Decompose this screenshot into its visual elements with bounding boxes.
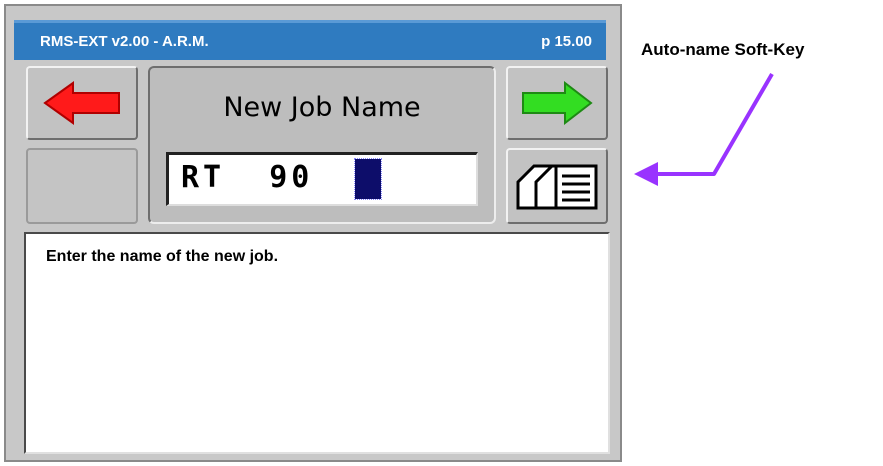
right-arrow-icon: [522, 81, 593, 125]
stacked-pages-icon: [516, 164, 598, 210]
next-button[interactable]: [506, 66, 608, 140]
app-title: RMS-EXT v2.00 - A.R.M.: [40, 33, 209, 50]
auto-name-softkey[interactable]: [506, 148, 608, 224]
message-area: Enter the name of the new job.: [24, 232, 610, 454]
job-name-input[interactable]: RT 90: [166, 152, 478, 206]
left-arrow-icon: [43, 81, 120, 125]
annotation-label: Auto-name Soft-Key: [641, 40, 805, 59]
back-button[interactable]: [26, 66, 138, 140]
blank-softkey: [26, 148, 138, 224]
title-bar: RMS-EXT v2.00 - A.R.M. p 15.00: [14, 20, 606, 60]
annotation-arrow: [634, 72, 774, 186]
text-cursor: [354, 158, 382, 200]
dialog-heading: New Job Name: [223, 92, 421, 123]
page-number: p 15.00: [541, 33, 592, 50]
job-name-panel: New Job Name RT 90: [148, 66, 496, 224]
instruction-text: Enter the name of the new job.: [46, 248, 279, 265]
job-name-value: RT 90: [181, 160, 314, 195]
